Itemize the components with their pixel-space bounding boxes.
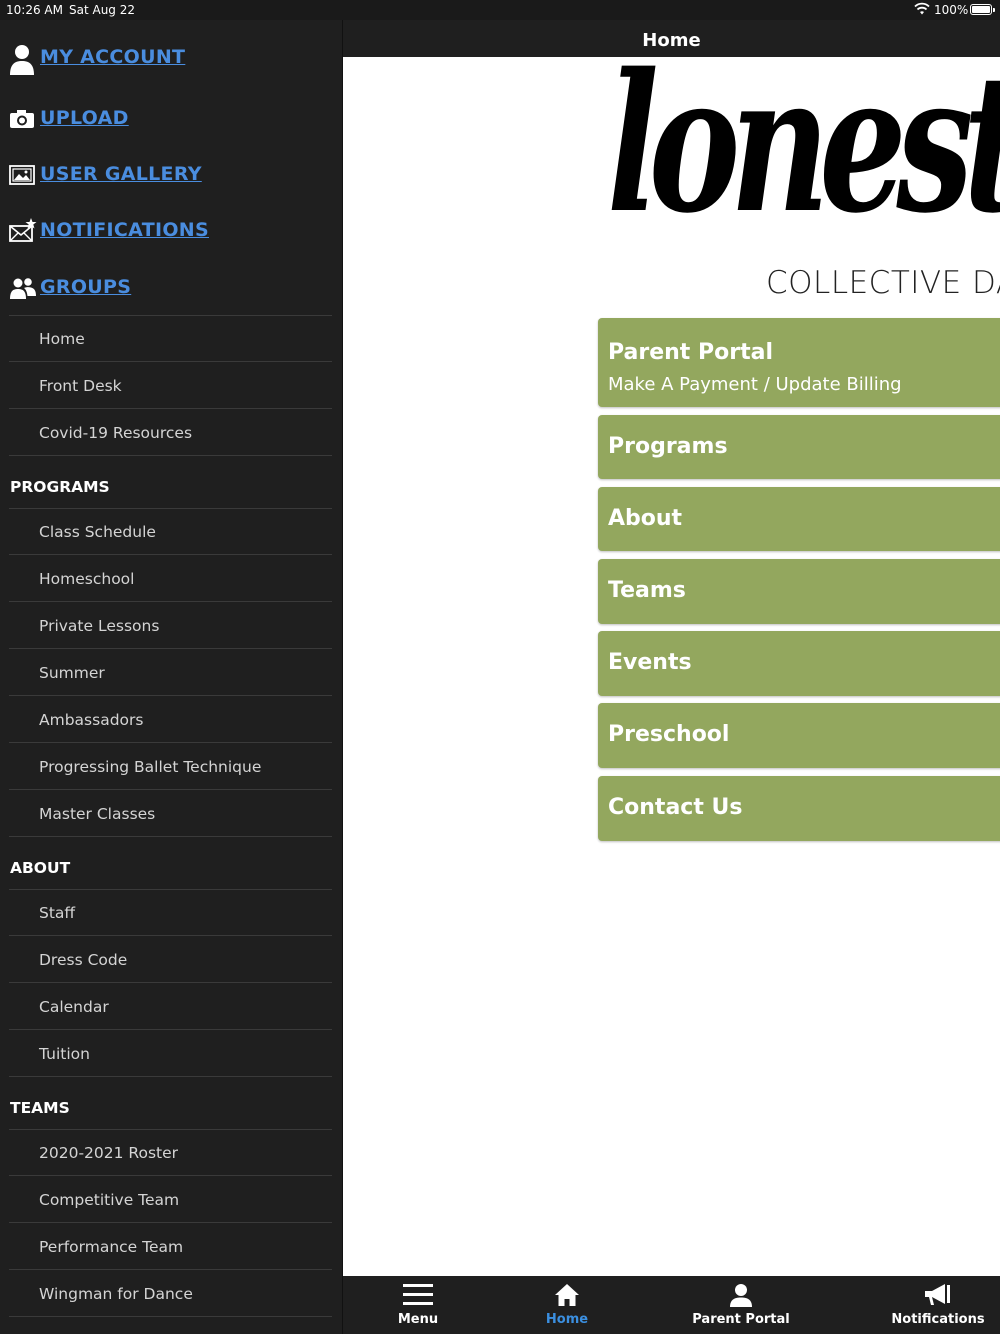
button-title: Programs [608, 434, 728, 459]
menu-icon [403, 1282, 433, 1312]
tab-label: Parent Portal [692, 1312, 790, 1327]
section-header-programs: PROGRAMS [10, 478, 110, 496]
groups-icon [9, 274, 37, 302]
sidebar-item-my-account[interactable]: MY ACCOUNT [0, 38, 342, 78]
sidebar-item-progressing-ballet[interactable]: Progressing Ballet Technique [9, 744, 332, 790]
sidebar-item-label: Covid-19 Resources [39, 424, 193, 442]
sidebar-item-staff[interactable]: Staff [9, 890, 332, 936]
home-icon [554, 1282, 580, 1312]
section-header-about: ABOUT [10, 859, 71, 877]
sidebar-item-label: Front Desk [39, 377, 122, 395]
user-icon [9, 44, 37, 75]
sidebar-item-label: 2020-2021 Roster [39, 1144, 179, 1162]
sidebar-item-label: Tuition [39, 1045, 90, 1063]
bottom-tab-bar: Menu Home Parent Portal Notifications [343, 1276, 1000, 1334]
main-content[interactable]: lonesta COLLECTIVE DA Parent Portal Make… [343, 57, 1000, 1276]
sidebar-item-label: Summer [39, 664, 105, 682]
button-title: About [608, 506, 683, 531]
page-title: Home [642, 30, 701, 51]
sidebar-item-performance-team[interactable]: Performance Team [9, 1224, 332, 1270]
sidebar-item-dress-code[interactable]: Dress Code [9, 937, 332, 983]
mail-star-icon [9, 217, 37, 245]
button-subtitle: Make A Payment / Update Billing [608, 374, 902, 395]
sidebar-item-label: Ambassadors [39, 711, 144, 729]
sidebar-item-master-classes[interactable]: Master Classes [9, 791, 332, 837]
sidebar-item-class-schedule[interactable]: Class Schedule [9, 509, 332, 555]
sidebar-item-label: Home [39, 330, 85, 348]
upload-label[interactable]: UPLOAD [40, 107, 129, 129]
sidebar-item-label: Homeschool [39, 570, 135, 588]
my-account-label[interactable]: MY ACCOUNT [40, 46, 185, 68]
button-title: Teams [608, 578, 686, 603]
sidebar-item-label: Private Lessons [39, 617, 160, 635]
sidebar-item-user-gallery[interactable]: USER GALLERY [0, 155, 342, 195]
gallery-icon [9, 161, 37, 189]
status-bar: 10:26 AM Sat Aug 22 100% [0, 0, 1000, 20]
sidebar-item-label: Wingman for Dance [39, 1285, 193, 1303]
groups-label[interactable]: GROUPS [40, 276, 131, 298]
tab-home[interactable]: Home [512, 1276, 622, 1334]
battery-icon [970, 4, 995, 15]
logo-script-text: lonesta [607, 57, 1000, 255]
sidebar-item-home[interactable]: Home [9, 316, 332, 362]
status-date: Sat Aug 22 [69, 3, 136, 17]
sidebar-item-label: Performance Team [39, 1238, 184, 1256]
sidebar-item-label: Progressing Ballet Technique [39, 758, 262, 776]
sidebar-item-covid-resources[interactable]: Covid-19 Resources [9, 410, 332, 456]
sidebar-item-wingman-for-dance[interactable]: Wingman for Dance [9, 1271, 332, 1317]
sidebar-item-front-desk[interactable]: Front Desk [9, 363, 332, 409]
sidebar-item-label: Competitive Team [39, 1191, 180, 1209]
sidebar-item-ambassadors[interactable]: Ambassadors [9, 697, 332, 743]
user-gallery-label[interactable]: USER GALLERY [40, 163, 202, 185]
sidebar-item-calendar[interactable]: Calendar [9, 984, 332, 1030]
person-icon [728, 1282, 754, 1312]
button-title: Contact Us [608, 795, 743, 820]
camera-icon [9, 105, 37, 133]
sidebar-item-competitive-team[interactable]: Competitive Team [9, 1177, 332, 1223]
teams-button[interactable]: Teams [598, 559, 1000, 624]
sidebar-item-upload[interactable]: UPLOAD [0, 99, 342, 139]
megaphone-icon [923, 1282, 953, 1312]
about-button[interactable]: About [598, 487, 1000, 551]
tab-parent-portal[interactable]: Parent Portal [676, 1276, 806, 1334]
sidebar-item-label: Staff [39, 904, 76, 922]
wifi-icon [914, 2, 930, 19]
section-header-teams: TEAMS [10, 1099, 70, 1117]
contact-us-button[interactable]: Contact Us [598, 776, 1000, 841]
logo-subtitle: COLLECTIVE DA [766, 265, 1000, 301]
tab-label: Menu [397, 1312, 439, 1327]
parent-portal-button[interactable]: Parent Portal Make A Payment / Update Bi… [598, 318, 1000, 407]
button-title: Events [608, 650, 692, 675]
button-title: Preschool [608, 722, 730, 747]
events-button[interactable]: Events [598, 631, 1000, 696]
sidebar-item-label: Dress Code [39, 951, 128, 969]
sidebar-item-label: Class Schedule [39, 523, 156, 541]
tab-label: Home [545, 1312, 589, 1327]
preschool-button[interactable]: Preschool [598, 703, 1000, 768]
tab-label: Notifications [891, 1312, 985, 1327]
tab-notifications[interactable]: Notifications [878, 1276, 998, 1334]
sidebar-item-groups[interactable]: GROUPS [0, 268, 342, 308]
sidebar-item-homeschool[interactable]: Homeschool [9, 556, 332, 602]
sidebar-item-label: Calendar [39, 998, 109, 1016]
status-time: 10:26 AM [6, 3, 63, 17]
sidebar-item-tuition[interactable]: Tuition [9, 1031, 332, 1077]
programs-button[interactable]: Programs [598, 415, 1000, 479]
navigation-bar: Home [343, 20, 1000, 57]
sidebar-menu: MY ACCOUNT UPLOAD USER GALLERY NOTIFICAT… [0, 20, 342, 1334]
tab-menu[interactable]: Menu [363, 1276, 473, 1334]
sidebar-item-summer[interactable]: Summer [9, 650, 332, 696]
sidebar-item-private-lessons[interactable]: Private Lessons [9, 603, 332, 649]
notifications-label[interactable]: NOTIFICATIONS [40, 219, 209, 241]
sidebar-item-roster[interactable]: 2020-2021 Roster [9, 1130, 332, 1176]
button-title: Parent Portal [608, 340, 773, 365]
battery-percent: 100% [934, 3, 969, 17]
sidebar-item-notifications[interactable]: NOTIFICATIONS [0, 211, 342, 251]
sidebar-item-label: Master Classes [39, 805, 156, 823]
